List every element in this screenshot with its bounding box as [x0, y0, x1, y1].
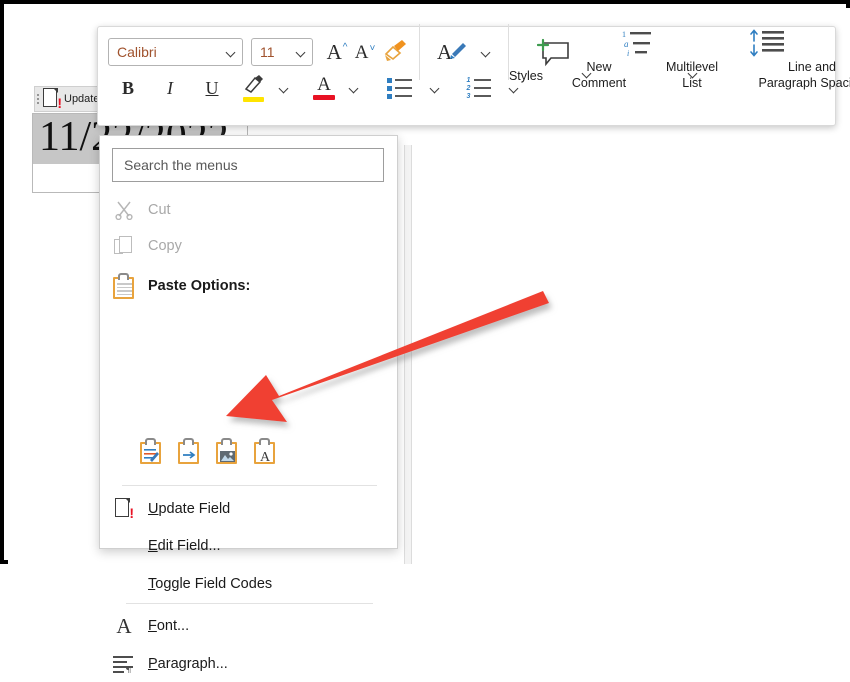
svg-text:¶: ¶ [126, 664, 131, 673]
menu-item-toggle-field-codes[interactable]: Toggle Field Codes [100, 566, 399, 602]
chevron-down-icon[interactable] [280, 84, 289, 93]
styles-dropdown-button[interactable] [472, 36, 500, 68]
new-comment-label: New Comment [571, 60, 627, 90]
copy-icon [100, 236, 148, 256]
menu-item-paragraph-label: Paragraph... [148, 656, 228, 672]
font-color-icon: A [313, 75, 335, 100]
bullets-dropdown[interactable] [421, 72, 449, 104]
mini-toolbar[interactable]: Calibri 11 A ^ A ˅ A 1 a i B I U A 1 2 3… [97, 24, 850, 126]
screenshot-frame: 11/22/2022 ! Update Calibri 11 [0, 0, 850, 673]
menu-item-update-field[interactable]: ! Update Field [100, 491, 399, 527]
styles-label: Styles [508, 69, 544, 83]
svg-text:i: i [627, 49, 629, 58]
menu-item-cut-label: Cut [148, 202, 171, 218]
chevron-down-icon[interactable] [297, 48, 306, 57]
canvas: 11/22/2022 ! Update Calibri 11 [4, 4, 850, 673]
scissors-icon [100, 200, 148, 220]
paste-keep-text-only-icon[interactable]: A [254, 438, 277, 464]
chevron-down-icon[interactable] [227, 48, 236, 57]
font-icon: A [116, 613, 132, 638]
menu-item-copy-label: Copy [148, 238, 182, 254]
multilevel-list-icon: 1 a i [591, 26, 695, 60]
menu-item-paragraph[interactable]: ¶ Paragraph... [100, 646, 399, 682]
menu-separator [122, 485, 377, 486]
font-name-combobox[interactable]: Calibri [108, 38, 243, 66]
chevron-down-icon[interactable] [350, 84, 359, 93]
format-painter-button[interactable] [379, 36, 411, 68]
menu-item-edit-field-label: Edit Field... [148, 538, 221, 554]
font-size-combobox[interactable]: 11 [251, 38, 313, 66]
styles-icon-slot: A [428, 35, 478, 69]
menu-item-copy[interactable]: Copy [100, 228, 399, 264]
underline-icon: U [205, 78, 219, 98]
update-field-tag-label: Update [64, 93, 100, 105]
grow-font-button[interactable]: A ^ [323, 36, 351, 68]
line-paragraph-spacing-label: Line and Paragraph Spacing [758, 60, 850, 90]
highlighter-pen-icon [243, 74, 265, 102]
italic-icon: I [167, 78, 173, 98]
svg-text:A: A [437, 40, 453, 64]
mini-toolbar-row-2: B I U A 1 2 3 Styles New Comment Multile… [108, 60, 850, 105]
paste-merge-formatting-icon[interactable] [178, 438, 201, 464]
numbering-button[interactable]: 1 2 3 [463, 72, 494, 104]
underline-button[interactable]: U [198, 72, 226, 104]
paste-options-row: A [140, 438, 277, 464]
update-field-icon: ! [43, 88, 62, 110]
font-name-value: Calibri [117, 44, 157, 60]
paragraph-icon: ¶ [100, 655, 148, 673]
drag-handle-icon[interactable] [37, 94, 40, 104]
italic-button[interactable]: I [156, 72, 184, 104]
bullet-list-icon [387, 77, 412, 99]
svg-text:1: 1 [622, 30, 626, 39]
menu-separator [126, 603, 373, 604]
svg-text:A: A [260, 450, 271, 462]
bullets-button[interactable] [384, 72, 415, 104]
bold-icon: B [121, 78, 134, 98]
font-size-value: 11 [260, 44, 275, 60]
document-page-edge [404, 145, 412, 564]
search-menus-input[interactable]: Search the menus [112, 148, 384, 182]
search-menus-placeholder: Search the menus [124, 157, 238, 173]
multilevel-list-label: Multilevel List [665, 60, 719, 90]
paste-keep-source-formatting-icon[interactable] [140, 438, 163, 464]
menu-item-font[interactable]: A Font... [100, 608, 399, 644]
styles-icon: A [436, 35, 470, 69]
shrink-font-icon: A ˅ [354, 41, 376, 63]
text-highlight-dropdown[interactable] [270, 72, 298, 104]
chevron-down-icon[interactable] [482, 48, 491, 57]
font-color-button[interactable]: A [310, 72, 338, 104]
update-field-tag[interactable]: ! Update [34, 86, 105, 112]
numbered-list-icon: 1 2 3 [466, 77, 491, 100]
line-paragraph-spacing-icon [695, 26, 845, 60]
chevron-down-icon[interactable] [431, 84, 440, 93]
menu-item-paste-options[interactable]: Paste Options: [100, 268, 399, 304]
clipboard-icon [100, 273, 148, 299]
svg-text:a: a [624, 39, 629, 49]
menu-item-update-field-label: Update Field [148, 501, 231, 517]
menu-item-edit-field[interactable]: Edit Field... [100, 528, 399, 564]
menu-item-paste-options-label: Paste Options: [148, 278, 251, 294]
menu-item-cut[interactable]: Cut [100, 192, 399, 228]
bold-button[interactable]: B [114, 72, 142, 104]
text-highlight-color-button[interactable] [240, 72, 268, 104]
format-painter-icon [382, 38, 408, 67]
paste-picture-icon[interactable] [216, 438, 239, 464]
menu-item-font-label: Font... [148, 618, 190, 634]
font-color-dropdown[interactable] [340, 72, 368, 104]
update-field-icon: ! [100, 498, 148, 520]
context-menu[interactable]: Search the menus Cut Copy Paste Options:… [99, 135, 399, 673]
shrink-font-button[interactable]: A ˅ [351, 36, 379, 68]
grow-font-icon: A ^ [326, 39, 348, 64]
menu-item-toggle-field-codes-label: Toggle Field Codes [148, 576, 273, 592]
